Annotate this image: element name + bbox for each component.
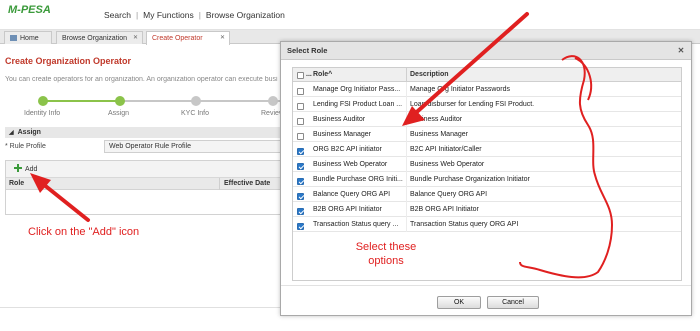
add-icon[interactable] xyxy=(14,164,22,172)
role-description: Business Manager xyxy=(406,127,676,142)
tab-browse-organization-label: Browse Organization xyxy=(62,35,127,42)
role-row[interactable]: Lending FSI Product Loan ... Loan disburs… xyxy=(293,97,681,112)
column-role[interactable]: Role xyxy=(9,178,24,190)
home-icon xyxy=(10,35,17,41)
role-row[interactable]: Transaction Status query ... Transaction … xyxy=(293,217,681,232)
sort-icon: ^ xyxy=(328,71,333,78)
checkbox-icon xyxy=(297,72,304,79)
header-dots: ... xyxy=(306,71,312,78)
role-row[interactable]: Business Manager Business Manager xyxy=(293,127,681,142)
checked-icon xyxy=(297,208,304,215)
role-row[interactable]: Manage Org Initiator Pass... Manage Org I… xyxy=(293,82,681,97)
role-description: B2C API Initiator/Caller xyxy=(406,142,676,157)
add-label: Add xyxy=(25,166,38,173)
rule-profile-field[interactable]: Web Operator Rule Profile xyxy=(104,140,284,153)
role-name: Manage Org Initiator Pass... xyxy=(313,86,401,93)
role-name: B2B ORG API Initiator xyxy=(313,206,382,213)
step-dot-identity xyxy=(38,96,48,106)
checkbox-icon xyxy=(297,133,304,140)
role-list-header: ... Role^ Description xyxy=(293,68,681,82)
annotation-click-add: Click on the "Add" icon xyxy=(28,226,140,238)
step-line-done xyxy=(43,100,120,102)
step-dot-assign xyxy=(115,96,125,106)
annotation-select-options: Select these options xyxy=(355,241,417,267)
column-role-label: Role xyxy=(313,71,329,78)
role-description: Business Web Operator xyxy=(406,157,676,172)
role-name: Lending FSI Product Loan ... xyxy=(313,101,403,108)
checked-icon xyxy=(297,148,304,155)
divider xyxy=(0,307,285,308)
role-description: B2B ORG API Initiator xyxy=(406,202,676,217)
ok-button[interactable]: OK xyxy=(437,296,481,309)
checkbox-icon xyxy=(297,88,304,95)
tab-create-operator[interactable]: Create Operator ✕ xyxy=(146,31,230,45)
dialog-title: Select Role xyxy=(287,46,328,55)
role-name: Transaction Status query ... xyxy=(313,221,399,228)
step-label-assign: Assign xyxy=(108,110,130,117)
step-dot-kyc xyxy=(191,96,201,106)
role-name: ORG B2C API initiator xyxy=(313,146,382,153)
role-description: Transaction Status query ORG API xyxy=(406,217,676,232)
role-row[interactable]: Business Auditor Business Auditor xyxy=(293,112,681,127)
role-row[interactable]: Bundle Purchase ORG Initi... Bundle Purch… xyxy=(293,172,681,187)
close-tab-icon[interactable]: ✕ xyxy=(220,32,225,45)
close-tab-icon[interactable]: ✕ xyxy=(133,32,138,45)
add-button[interactable]: Add xyxy=(14,164,38,173)
role-grid: Add Role Effective Date xyxy=(5,160,290,215)
nav-search[interactable]: Search xyxy=(99,10,136,20)
dialog-title-bar: Select Role ✕ xyxy=(281,42,691,60)
tab-browse-organization[interactable]: Browse Organization ✕ xyxy=(56,31,143,44)
role-name: Bundle Purchase ORG Initi... xyxy=(313,176,403,183)
column-effective-date[interactable]: Effective Date xyxy=(219,178,270,190)
step-dot-review xyxy=(268,96,278,106)
rule-profile-label-text: Rule Profile xyxy=(9,143,46,150)
select-role-dialog: Select Role ✕ ... Role^ Description Mana… xyxy=(280,41,692,316)
cancel-button[interactable]: Cancel xyxy=(487,296,539,309)
top-bar: M-PESA Search | My Functions | Browse Or… xyxy=(0,0,700,30)
role-description: Balance Query ORG API xyxy=(406,187,676,202)
checkbox-icon xyxy=(297,118,304,125)
close-icon[interactable]: ✕ xyxy=(676,46,686,56)
page-subtitle: You can create operators for an organiza… xyxy=(5,76,278,83)
nav-browse-organization[interactable]: Browse Organization xyxy=(201,10,290,20)
tab-home-label: Home xyxy=(20,35,39,42)
role-description: Business Auditor xyxy=(406,112,676,127)
checked-icon xyxy=(297,193,304,200)
checked-icon xyxy=(297,178,304,185)
role-description: Manage Org Initiator Passwords xyxy=(406,82,676,97)
role-description: Loan disburser for Lending FSI Product. xyxy=(406,97,676,112)
role-name: Balance Query ORG API xyxy=(313,191,391,198)
role-row[interactable]: Balance Query ORG API Balance Query ORG A… xyxy=(293,187,681,202)
checked-icon xyxy=(297,223,304,230)
dialog-footer: OK Cancel xyxy=(281,285,691,315)
wizard-stepper: Identity Info Assign KYC Info Reviev xyxy=(0,92,282,122)
step-label-identity: Identity Info xyxy=(24,110,61,117)
column-role[interactable]: Role^ xyxy=(313,68,332,82)
nav-my-functions[interactable]: My Functions xyxy=(138,10,199,20)
role-row[interactable]: ORG B2C API initiator B2C API Initiator/C… xyxy=(293,142,681,157)
collapse-icon[interactable]: ◢ xyxy=(9,128,14,139)
checked-icon xyxy=(297,163,304,170)
column-description[interactable]: Description xyxy=(406,68,449,82)
top-nav: Search | My Functions | Browse Organizat… xyxy=(99,10,290,20)
mpesa-logo: M-PESA xyxy=(8,4,51,16)
role-row[interactable]: Business Web Operator Business Web Operat… xyxy=(293,157,681,172)
rule-profile-label: * Rule Profile xyxy=(5,143,46,150)
role-name: Business Web Operator xyxy=(313,161,388,168)
tab-create-operator-label: Create Operator xyxy=(152,35,203,42)
role-name: Business Manager xyxy=(313,131,371,138)
role-row[interactable]: B2B ORG API Initiator B2B ORG API Initiat… xyxy=(293,202,681,217)
role-checkbox[interactable] xyxy=(297,221,304,236)
grid-toolbar: Add xyxy=(6,161,289,178)
grid-header: Role Effective Date xyxy=(6,178,289,190)
step-label-kyc: KYC Info xyxy=(181,110,210,117)
tab-home[interactable]: Home xyxy=(4,31,52,44)
role-description: Bundle Purchase Organization Initiator xyxy=(406,172,676,187)
role-name: Business Auditor xyxy=(313,116,366,123)
page-title: Create Organization Operator xyxy=(5,56,132,66)
assign-section-header[interactable]: ◢ Assign xyxy=(5,127,285,138)
assign-section-label: Assign xyxy=(17,129,41,136)
checkbox-icon xyxy=(297,103,304,110)
